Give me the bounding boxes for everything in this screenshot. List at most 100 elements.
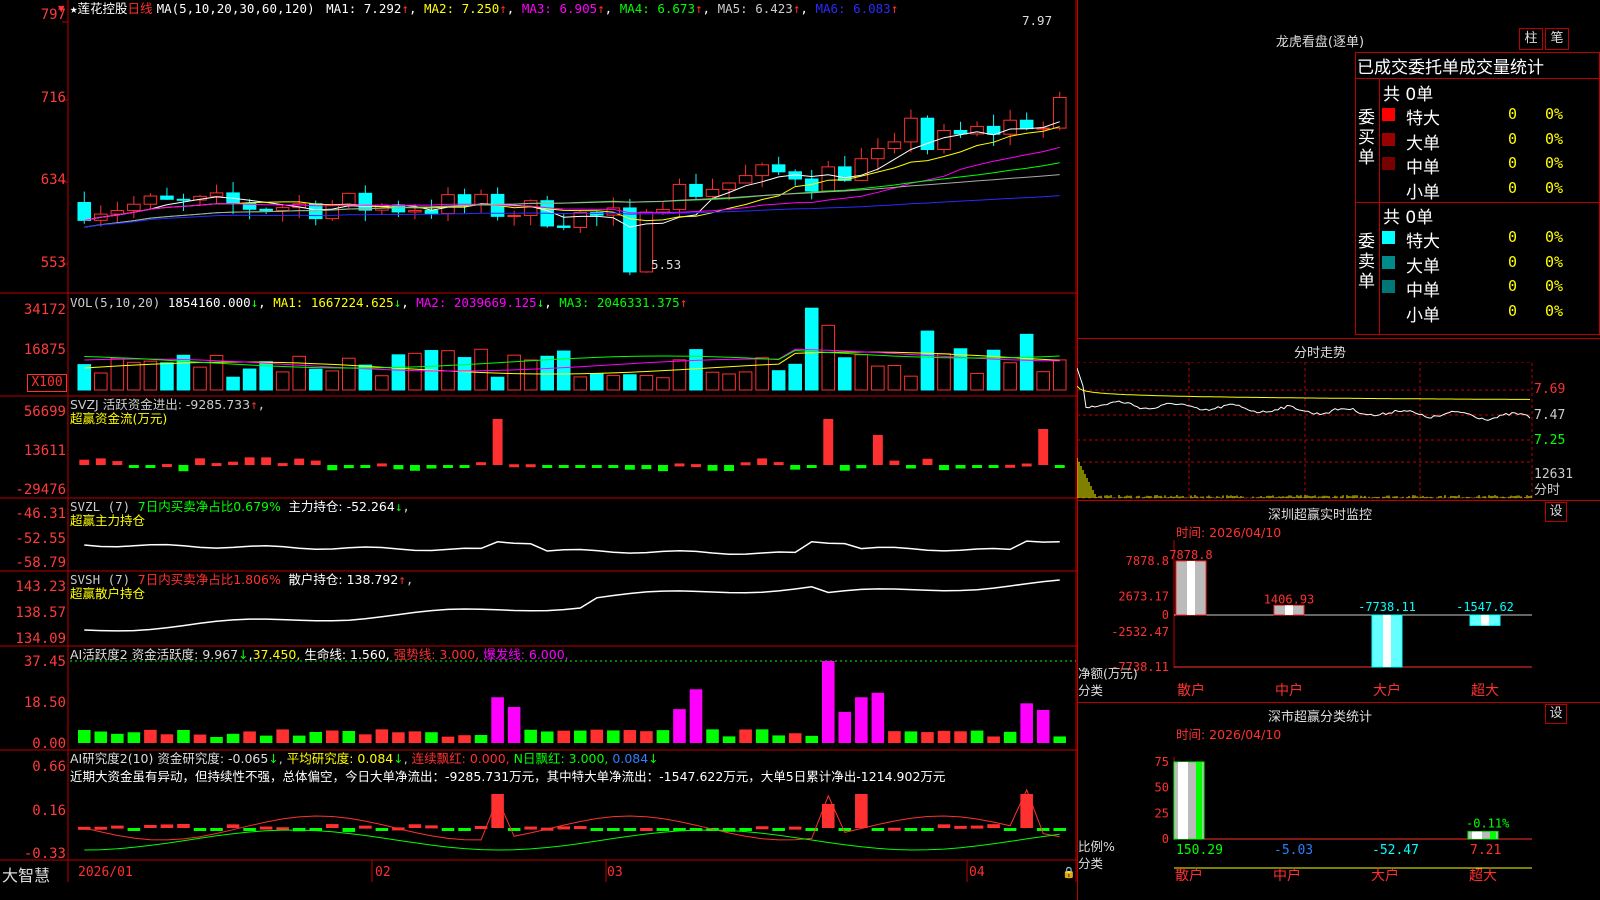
activity-bar xyxy=(193,734,207,743)
activity-bar xyxy=(94,731,108,743)
vol-header: VOL(5,10,20) 1854160.000↓, MA1: 1667224.… xyxy=(70,295,688,310)
fund-flow-bar xyxy=(972,465,983,468)
volume-bar xyxy=(490,376,505,391)
fund-flow-bar xyxy=(823,419,834,465)
candle-body xyxy=(77,202,92,221)
candle-body xyxy=(573,211,588,228)
volume-bar xyxy=(722,373,736,391)
volume-bar xyxy=(556,350,571,391)
sz-class-settings-button[interactable]: 设 xyxy=(1545,704,1567,724)
volume-bar xyxy=(540,355,554,391)
volume-bar xyxy=(325,370,340,391)
fund-flow-bar xyxy=(657,465,668,472)
volume-bar xyxy=(590,373,604,391)
fund-flow-bar xyxy=(244,457,255,465)
activity-bar xyxy=(1053,736,1067,743)
activity-bar xyxy=(590,729,604,743)
activity-bar xyxy=(1036,709,1050,743)
class-bar-highlight xyxy=(1472,831,1482,839)
vol-unit-button[interactable]: X100 xyxy=(27,374,67,392)
candle-body xyxy=(656,208,670,213)
activity-bar xyxy=(838,711,852,743)
activity-bar xyxy=(937,730,951,743)
candle-body xyxy=(325,204,340,220)
fund-flow-bar xyxy=(95,458,106,465)
volume-bar xyxy=(292,355,306,391)
volume-bar xyxy=(970,372,984,391)
candle-body xyxy=(689,183,703,197)
research-bar xyxy=(788,826,802,830)
app-logo[interactable]: 大智慧 xyxy=(2,862,50,886)
research-bar xyxy=(375,828,389,831)
class-y-tick: 0 xyxy=(1162,832,1169,846)
candle-body xyxy=(358,192,373,211)
ai-research-comment: 近期大资金虽有异动，但持续性不强，总体偏空，今日大单净流出：-9285.731万… xyxy=(70,770,946,784)
volume-bar xyxy=(804,307,819,391)
fund-flow-bar xyxy=(509,464,520,468)
research-bar xyxy=(590,828,604,832)
sell-row-percent: 0% xyxy=(1545,277,1564,295)
research-bar xyxy=(1003,828,1017,831)
main-y-tick: 716 xyxy=(40,90,66,106)
favorite-star-icon[interactable]: ★ xyxy=(70,1,78,16)
buy-row-value: 0 xyxy=(1508,178,1518,197)
bar-mode-button[interactable]: 柱 xyxy=(1519,28,1543,50)
sz-class-xlabel: 分类 xyxy=(1078,856,1104,871)
fund-flow-bar xyxy=(939,465,949,471)
fund-flow-bar xyxy=(161,464,172,468)
candle-body xyxy=(176,198,191,201)
fund-flow-bar xyxy=(393,465,404,470)
candle-body xyxy=(110,210,125,215)
activity-bar xyxy=(77,730,91,743)
activity-bar xyxy=(243,731,256,743)
activity-bar xyxy=(292,735,306,743)
lock-icon[interactable]: 🔒 xyxy=(1062,866,1076,879)
volume-bar xyxy=(94,372,108,391)
sz-class-chart: 75 50 25 0 150.29 -5.03 -52.47 7.21 -0.11% 散户 中户 大户… xyxy=(1155,755,1532,884)
candle-body xyxy=(705,188,720,197)
volume-bar xyxy=(523,359,538,391)
research-bar xyxy=(921,828,934,831)
candle-body xyxy=(821,166,836,192)
volume-bar xyxy=(408,352,422,391)
buy-row-value: 0 xyxy=(1508,154,1518,172)
ma6-value: MA6: 6.083 xyxy=(815,1,891,16)
intraday-chart[interactable] xyxy=(1077,362,1600,500)
intraday-avg-line xyxy=(1077,385,1531,400)
sz-monitor-chart: 7878.8 2673.17 0 -2532.47 -7738.11 7878.8 1406… xyxy=(1111,540,1532,699)
volume-bar xyxy=(143,360,158,391)
activity-bar xyxy=(739,729,752,743)
sz-monitor-settings-button[interactable]: 设 xyxy=(1545,502,1567,522)
period-label[interactable]: 日线 xyxy=(128,1,153,16)
fund-flow-bar xyxy=(608,465,619,468)
activity-bar xyxy=(259,735,273,743)
main-holding-line xyxy=(84,540,1060,555)
research-bar xyxy=(954,825,967,829)
dragon-header: 已成交委托单成交量统计 xyxy=(1357,58,1544,78)
intraday-vol-label: 12631 xyxy=(1534,467,1574,482)
buy-total: 共 0单 xyxy=(1383,85,1434,105)
activity-bar xyxy=(160,734,174,743)
fund-flow-bar xyxy=(641,465,652,470)
volume-bar xyxy=(871,365,885,391)
research-bar xyxy=(755,826,769,830)
monitor-category: 中户 xyxy=(1275,682,1303,699)
fund-flow-bar xyxy=(839,465,850,471)
volume-bar xyxy=(457,357,472,391)
fund-flow-bar xyxy=(492,419,503,465)
candle-body xyxy=(259,208,273,211)
activity-bar xyxy=(623,730,637,743)
candle-body xyxy=(722,182,736,190)
volume-bar xyxy=(606,375,621,391)
fund-flow-bar xyxy=(360,465,371,468)
candle-body xyxy=(209,192,224,197)
candle-body xyxy=(160,195,174,200)
research-bar xyxy=(805,828,819,831)
tick-mode-button[interactable]: 笔 xyxy=(1545,28,1569,50)
class-category: 超大 xyxy=(1469,868,1497,884)
stock-name[interactable]: 莲花控股 xyxy=(78,1,128,16)
svzl-subtitle: 超赢主力持仓 xyxy=(70,513,146,528)
sell-row-value: 0 xyxy=(1508,228,1518,246)
chart-canvas[interactable] xyxy=(0,0,1077,882)
activity-bar xyxy=(557,730,571,743)
